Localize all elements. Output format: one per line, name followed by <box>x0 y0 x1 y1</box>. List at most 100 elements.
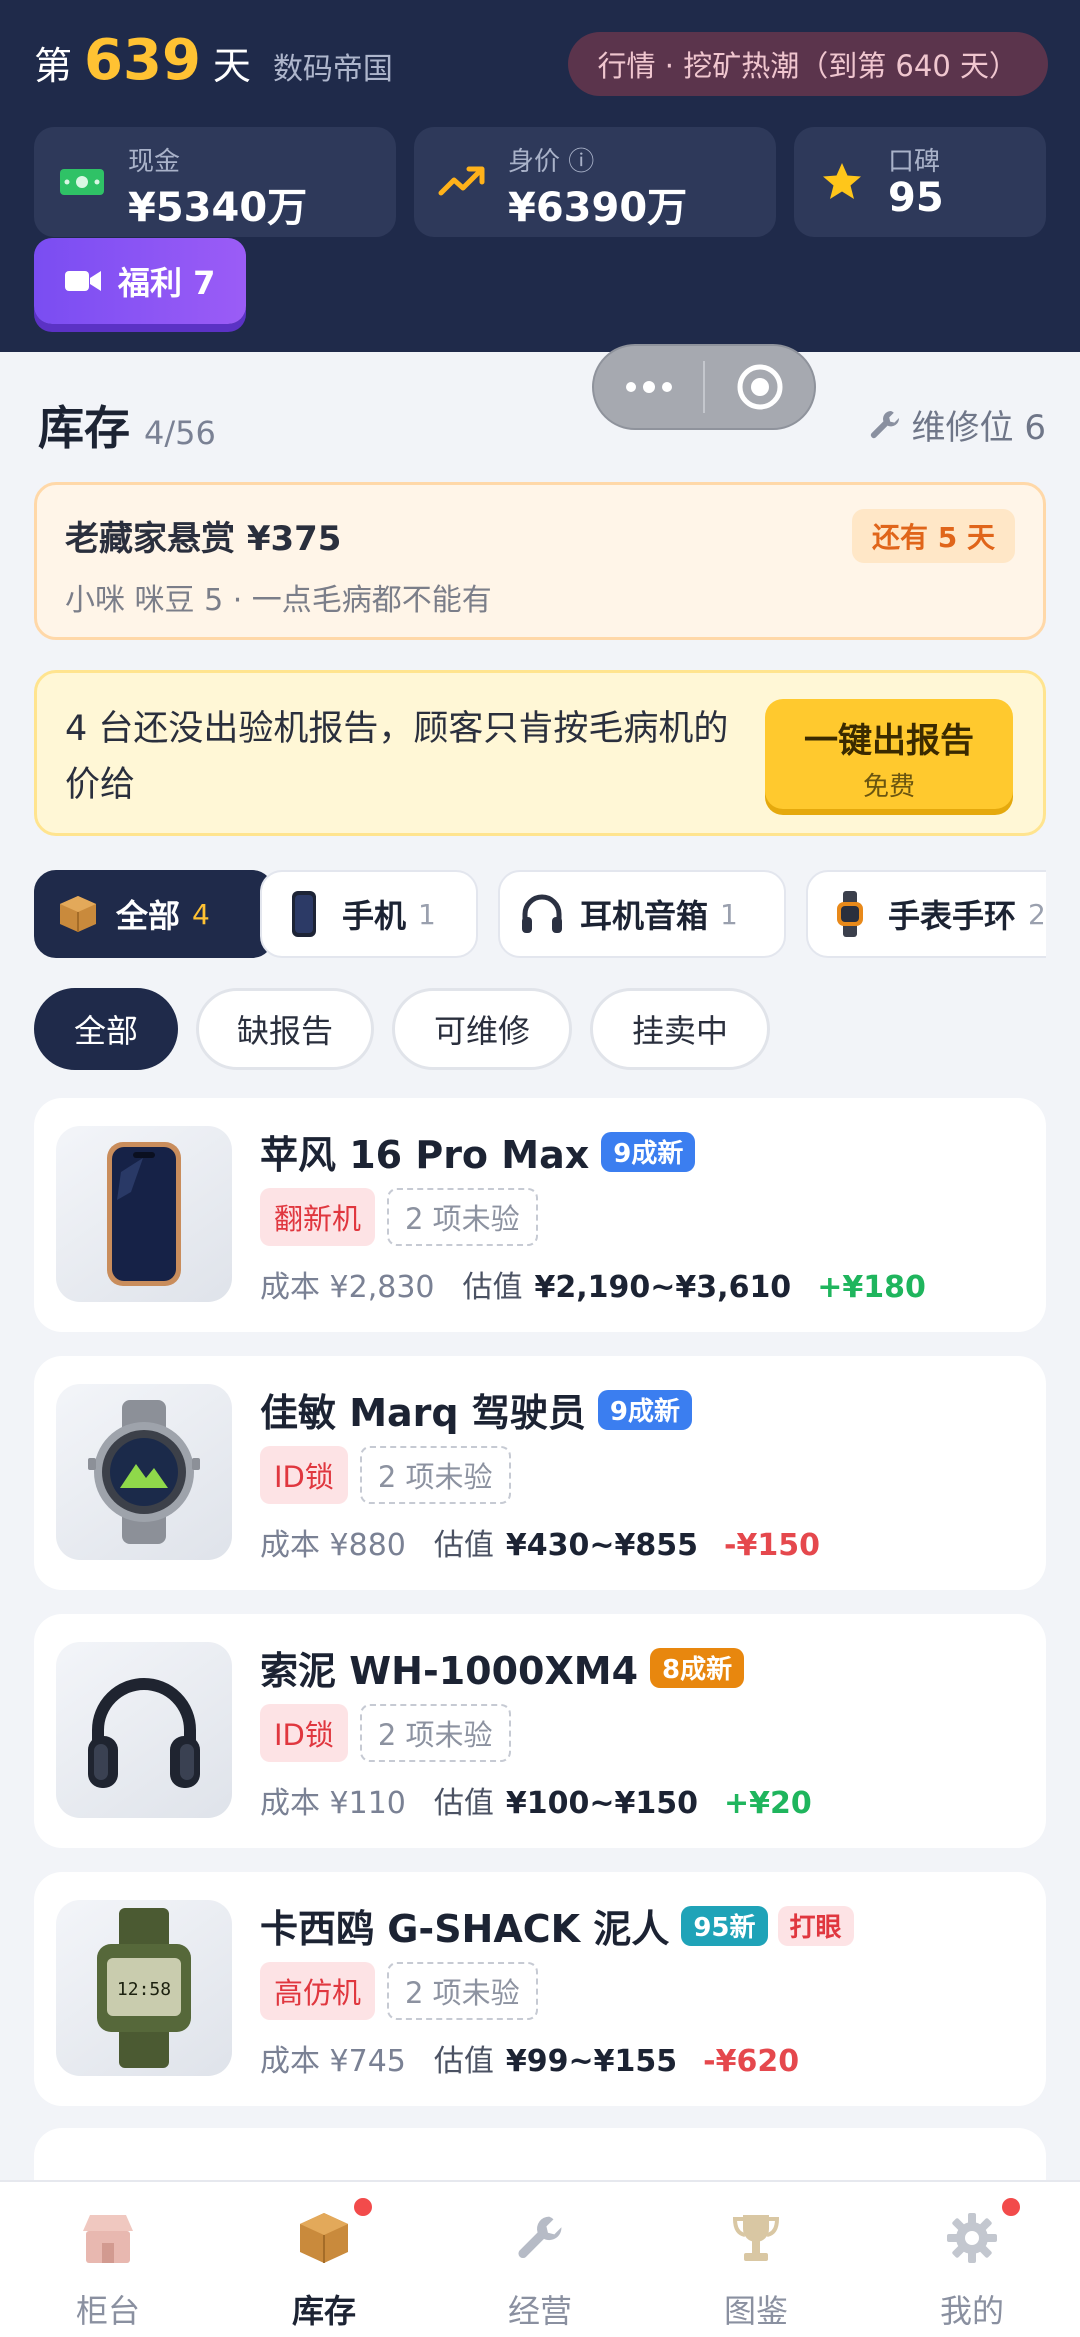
company-name: 数码帝国 <box>272 52 393 87</box>
wrench-icon <box>518 2216 562 2259</box>
category-tab-label: 手机 <box>342 897 407 935</box>
scam-flag-badge: 打眼 <box>777 1905 854 1946</box>
item-profit: +¥20 <box>724 1786 812 1821</box>
gear-icon <box>947 2213 997 2263</box>
item-prices: 成本 ¥2,830 估值 ¥2,190~¥3,610 +¥180 <box>260 1262 926 1306</box>
item-name: 卡西鸥 G-SHACK 泥人 <box>260 1907 670 1951</box>
inventory-item-card[interactable]: 索泥 WH-1000XM4 8成新 ID锁 2 项未验 成本 ¥110 估值 ¥… <box>34 1614 1046 1848</box>
category-tab-count: 1 <box>720 897 738 931</box>
inventory-item-card[interactable]: 12:58 卡西鸥 G-SHACK 泥人 95新 打眼 高仿机 2 项未验 成本… <box>34 1872 1046 2106</box>
category-tab-label: 耳机音箱 <box>580 897 709 935</box>
nav-label: 经营 <box>507 2292 572 2330</box>
item-title-row: 卡西鸥 G-SHACK 泥人 95新 打眼 <box>260 1898 854 1953</box>
digital-watch-image: 12:58 <box>97 1908 191 2068</box>
reputation-card[interactable]: 口碑 95 <box>794 127 1046 237</box>
bounty-subtitle: 小咪 咪豆 5 · 一点毛病都不能有 <box>65 583 492 618</box>
nav-label: 图鉴 <box>723 2292 788 2330</box>
box-icon <box>60 896 96 932</box>
unverified-tag: 2 项未验 <box>359 1704 511 1762</box>
category-tab-watch[interactable]: 手表手环 2 <box>806 870 1046 958</box>
more-dots-icon <box>625 381 672 393</box>
item-cost: 成本 ¥745 <box>260 2044 406 2079</box>
category-tab-phone[interactable]: 手机 1 <box>260 870 478 958</box>
collector-bounty-card[interactable]: 老藏家悬赏 ¥375 小咪 咪豆 5 · 一点毛病都不能有 还有 5 天 <box>34 482 1046 640</box>
report-reminder-text: 4 台还没出验机报告，顾客只肯按毛病机的价给 <box>65 709 729 805</box>
market-trend-pill[interactable]: 行情 · 挖矿热潮（到第 640 天） <box>567 32 1048 96</box>
target-close-icon <box>737 364 782 410</box>
repair-slots-button[interactable]: 维修位 6 <box>868 400 1046 449</box>
nav-inventory[interactable]: 库存 <box>216 2182 432 2337</box>
store-icon <box>83 2215 133 2263</box>
category-tab-all[interactable]: 全部 4 <box>34 870 274 958</box>
category-tab-count: 4 <box>192 897 210 931</box>
watch-icon <box>837 891 863 937</box>
item-estimate-range: ¥99~¥155 <box>505 2044 678 2079</box>
repair-slots-label: 维修位 6 <box>911 408 1046 448</box>
trophy-icon <box>732 2215 780 2261</box>
cash-icon <box>60 169 104 195</box>
item-issue-tag: 高仿机 <box>260 1962 376 2020</box>
inventory-title: 库存 <box>38 401 130 455</box>
item-estimate-label: 估值 <box>433 1528 494 1563</box>
item-estimate-label: 估值 <box>433 1786 494 1821</box>
unverified-tag: 2 项未验 <box>387 1962 538 2020</box>
phone-icon <box>292 891 316 937</box>
item-tags: 翻新机 2 项未验 <box>260 1188 538 1246</box>
cash-value: ¥5340万 <box>128 185 308 231</box>
item-thumbnail <box>56 1384 232 1560</box>
item-profit: -¥150 <box>724 1528 820 1563</box>
generate-report-button[interactable]: 一键出报告 免费 <box>765 699 1013 809</box>
item-title-row: 佳敏 Marq 驾驶员 9成新 <box>260 1382 692 1437</box>
nav-counter[interactable]: 柜台 <box>0 2182 216 2337</box>
filter-chip-listed[interactable]: 挂卖中 <box>590 988 770 1070</box>
inventory-heading: 库存 4/56 <box>38 392 216 458</box>
day-number: 639 <box>84 28 201 93</box>
item-name: 苹风 16 Pro Max <box>260 1133 590 1177</box>
reputation-label: 口碑 <box>888 147 941 177</box>
notification-dot <box>1000 2196 1022 2218</box>
nav-operations[interactable]: 经营 <box>432 2182 648 2337</box>
category-tab-label: 手表手环 <box>888 897 1017 935</box>
item-estimate-range: ¥100~¥150 <box>505 1786 699 1821</box>
unverified-tag: 2 项未验 <box>387 1188 538 1246</box>
nav-collection[interactable]: 图鉴 <box>648 2182 864 2337</box>
more-menu-button[interactable] <box>594 346 703 428</box>
inventory-item-card[interactable]: 苹风 16 Pro Max 9成新 翻新机 2 项未验 成本 ¥2,830 估值… <box>34 1098 1046 1332</box>
filter-chip-missing-report[interactable]: 缺报告 <box>196 988 374 1070</box>
item-name: 索泥 WH-1000XM4 <box>260 1649 639 1693</box>
item-estimate-label: 估值 <box>462 1270 523 1305</box>
cash-card[interactable]: 现金 ¥5340万 <box>34 127 396 237</box>
item-thumbnail: 12:58 <box>56 1900 232 2076</box>
item-tags: ID锁 2 项未验 <box>260 1446 511 1504</box>
category-tab-label: 全部 <box>116 897 181 935</box>
item-estimate-label: 估值 <box>433 2044 494 2079</box>
item-profit: -¥620 <box>703 2044 800 2079</box>
item-profit: +¥180 <box>817 1270 926 1305</box>
welfare-button[interactable]: 福利 7 <box>34 238 246 324</box>
condition-badge: 95新 <box>681 1905 768 1946</box>
day-counter: 第 639 天 数码帝国 <box>34 28 393 93</box>
item-estimate-range: ¥430~¥855 <box>505 1528 699 1563</box>
bounty-days-left: 还有 5 天 <box>852 509 1015 563</box>
item-tags: 高仿机 2 项未验 <box>260 1962 538 2020</box>
generate-report-label: 一键出报告 <box>804 721 974 761</box>
category-tabs: 全部 4 手机 1 耳机音箱 1 手表手环 2 <box>34 870 1046 960</box>
close-miniprogram-button[interactable] <box>705 346 814 428</box>
item-prices: 成本 ¥110 估值 ¥100~¥150 +¥20 <box>260 1778 812 1822</box>
report-reminder-card: 4 台还没出验机报告，顾客只肯按毛病机的价给 一键出报告 免费 <box>34 670 1046 836</box>
item-title-row: 索泥 WH-1000XM4 8成新 <box>260 1640 745 1695</box>
nav-profile[interactable]: 我的 <box>864 2182 1080 2337</box>
item-title-row: 苹风 16 Pro Max 9成新 <box>260 1124 696 1179</box>
watch-display-text: 12:58 <box>117 1979 171 2000</box>
item-cost: 成本 ¥880 <box>260 1528 406 1563</box>
category-tab-audio[interactable]: 耳机音箱 1 <box>498 870 786 958</box>
networth-card[interactable]: 身价 ⓘ ¥6390万 <box>414 127 776 237</box>
video-camera-icon <box>65 271 101 291</box>
item-name: 佳敏 Marq 驾驶员 <box>260 1391 586 1435</box>
filter-chip-repairable[interactable]: 可维修 <box>392 988 572 1070</box>
inventory-count: 4/56 <box>144 414 216 452</box>
inventory-item-card[interactable]: 佳敏 Marq 驾驶员 9成新 ID锁 2 项未验 成本 ¥880 估值 ¥43… <box>34 1356 1046 1590</box>
condition-badge: 9成新 <box>597 1389 692 1430</box>
filter-chip-all[interactable]: 全部 <box>34 988 178 1070</box>
item-thumbnail <box>56 1126 232 1302</box>
